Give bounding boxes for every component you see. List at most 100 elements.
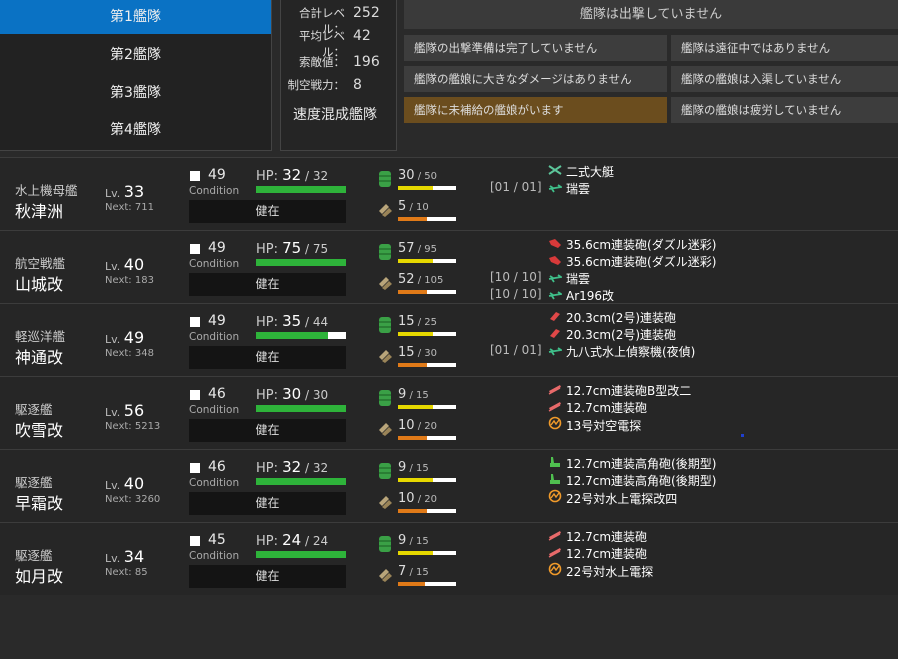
condition-value: 46 bbox=[208, 459, 226, 475]
equipment-slot[interactable]: 20.3cm(2号)連装砲 bbox=[548, 309, 676, 326]
hp-max: 32 bbox=[312, 461, 329, 475]
hp-max: 24 bbox=[312, 534, 329, 548]
small-gun-icon bbox=[548, 383, 562, 398]
hp-sep: / bbox=[301, 461, 313, 475]
tab-fleet-2[interactable]: 第2艦隊 bbox=[0, 38, 271, 72]
condition-square-icon bbox=[190, 463, 200, 473]
fleet-stats: 合計レベル： 252 平均レベル： 42 索敵値： 196 制空戦力： 8 速度… bbox=[280, 0, 397, 151]
next-value: 711 bbox=[134, 202, 154, 213]
tab-fleet-3[interactable]: 第3艦隊 bbox=[0, 76, 271, 110]
large-gun-icon bbox=[548, 254, 562, 269]
ship-row[interactable]: 軽巡洋艦 神通改 Lv. 49 Next: 348 49 Condition HP: 35 … bbox=[0, 303, 898, 376]
status-repair: 艦隊の艦娘は入渠していません bbox=[671, 66, 898, 92]
damage-status: 健在 bbox=[189, 492, 346, 515]
ammo-bar bbox=[398, 217, 456, 221]
fuel-max: 15 bbox=[416, 536, 429, 547]
level-value: 40 bbox=[123, 474, 145, 493]
equipment-slot[interactable]: 瑞雲 bbox=[548, 270, 590, 287]
equipment-slot[interactable]: 12.7cm連装高角砲(後期型) bbox=[548, 472, 716, 489]
fuel-bar-fill bbox=[398, 332, 433, 336]
fuel-bar bbox=[398, 551, 456, 555]
tab-fleet-1[interactable]: 第1艦隊 bbox=[0, 0, 271, 34]
hp-label: HP: bbox=[256, 242, 283, 257]
fuel-readout: 9 / 15 bbox=[398, 533, 429, 548]
large-gun-icon bbox=[548, 237, 562, 252]
fuel-bar-fill bbox=[398, 551, 433, 555]
fuel-current: 15 bbox=[398, 314, 415, 329]
level-value: 49 bbox=[123, 328, 145, 347]
condition-square-icon bbox=[190, 317, 200, 327]
ship-level: Lv. 56 bbox=[105, 401, 144, 420]
next-value: 85 bbox=[134, 567, 148, 578]
fuel-sep: / bbox=[414, 171, 425, 182]
ship-row[interactable]: 駆逐艦 早霜改 Lv. 40 Next: 3260 46 Condition HP: 32 … bbox=[0, 449, 898, 522]
equipment-slot[interactable]: 13号対空電探 bbox=[548, 416, 641, 433]
equipment-slot[interactable]: 20.3cm(2号)連装砲 bbox=[548, 326, 676, 343]
status-expedition: 艦隊は遠征中ではありません bbox=[671, 35, 898, 61]
equipment-slot[interactable]: Ar196改 bbox=[548, 287, 614, 304]
fuel-readout: 57 / 95 bbox=[398, 241, 437, 256]
fuel-sep: / bbox=[414, 317, 425, 328]
equipment-slot[interactable]: 12.7cm連装砲 bbox=[548, 528, 647, 545]
ship-name: 如月改 bbox=[15, 567, 64, 586]
equipment-slot[interactable]: 12.7cm連装砲 bbox=[548, 399, 647, 416]
fuel-bar bbox=[398, 405, 456, 409]
equipment-name: 九八式水上偵察機(夜偵) bbox=[566, 345, 696, 359]
tab-fleet-4[interactable]: 第4艦隊 bbox=[0, 113, 271, 147]
sortie-status-header: 艦隊は出撃していません bbox=[404, 0, 898, 29]
equipment-slot[interactable]: 九八式水上偵察機(夜偵) bbox=[548, 343, 695, 360]
ship-type: 駆逐艦 bbox=[15, 548, 53, 563]
equipment-slot[interactable]: 12.7cm連装砲 bbox=[548, 545, 647, 562]
air-power-label: 制空戦力： bbox=[287, 78, 346, 92]
level-value: 34 bbox=[123, 547, 145, 566]
ammo-readout: 52 / 105 bbox=[398, 272, 443, 287]
los-label: 索敵値： bbox=[299, 55, 345, 69]
ammo-readout: 15 / 30 bbox=[398, 345, 437, 360]
ship-row[interactable]: 駆逐艦 吹雪改 Lv. 56 Next: 5213 46 Condition HP: 30 … bbox=[0, 376, 898, 449]
hp-max: 75 bbox=[312, 242, 329, 256]
ship-row[interactable]: 水上機母艦 秋津洲 Lv. 33 Next: 711 49 Condition HP: 32… bbox=[0, 157, 898, 230]
ship-row[interactable]: 駆逐艦 如月改 Lv. 34 Next: 85 45 Condition HP: 24 / … bbox=[0, 522, 898, 595]
hp-sep: / bbox=[301, 534, 313, 548]
equipment-slot[interactable]: 35.6cm連装砲(ダズル迷彩) bbox=[548, 236, 716, 253]
fuel-sep: / bbox=[406, 536, 417, 547]
equipment-name: 20.3cm(2号)連装砲 bbox=[566, 311, 677, 325]
fuel-bar bbox=[398, 332, 456, 336]
equipment-slot[interactable]: 12.7cm連装砲B型改二 bbox=[548, 382, 691, 399]
fuel-max: 15 bbox=[416, 390, 429, 401]
ammo-max: 15 bbox=[416, 567, 429, 578]
fuel-bar bbox=[398, 186, 456, 190]
condition-label: Condition bbox=[189, 550, 240, 562]
medium-gun-icon bbox=[548, 310, 562, 325]
equipment-slot[interactable]: 二式大艇 bbox=[548, 163, 614, 180]
hp-bar-fill bbox=[256, 332, 328, 339]
ammo-bar-fill bbox=[398, 363, 427, 367]
medium-gun-icon bbox=[548, 327, 562, 342]
equipment-slot[interactable]: 22号対水上電探 bbox=[548, 562, 653, 579]
equipment-slot[interactable]: 22号対水上電探改四 bbox=[548, 489, 677, 506]
hp-label: HP: bbox=[256, 461, 283, 476]
condition-label: Condition bbox=[189, 477, 240, 489]
hp-sep: / bbox=[301, 169, 313, 183]
hp-bar-fill bbox=[256, 405, 346, 412]
equipment-slot[interactable]: 12.7cm連装高角砲(後期型) bbox=[548, 455, 716, 472]
small-gun-icon bbox=[548, 529, 562, 544]
ammo-bar bbox=[398, 436, 456, 440]
next-label: Next: bbox=[105, 348, 135, 359]
equipment-slot[interactable]: 瑞雲 bbox=[548, 180, 590, 197]
hp-bar bbox=[256, 259, 346, 266]
ship-type: 駆逐艦 bbox=[15, 402, 53, 417]
next-exp: Next: 85 bbox=[105, 567, 148, 578]
ammo-bar-fill bbox=[398, 217, 427, 221]
damage-status: 健在 bbox=[189, 346, 346, 369]
equipment-name: 35.6cm連装砲(ダズル迷彩) bbox=[566, 238, 717, 252]
ship-row[interactable]: 航空戦艦 山城改 Lv. 40 Next: 183 49 Condition HP: 75 … bbox=[0, 230, 898, 303]
equipment-slot[interactable]: 35.6cm連装砲(ダズル迷彩) bbox=[548, 253, 716, 270]
status-supply-warning: 艦隊に未補給の艦娘がいます bbox=[404, 97, 667, 123]
hp-readout: HP: 35 / 44 bbox=[256, 312, 328, 330]
fuel-icon bbox=[378, 170, 392, 188]
fuel-bar bbox=[398, 478, 456, 482]
next-label: Next: bbox=[105, 275, 135, 286]
status-ready: 艦隊の出撃準備は完了していません bbox=[404, 35, 667, 61]
hp-bar bbox=[256, 332, 346, 339]
